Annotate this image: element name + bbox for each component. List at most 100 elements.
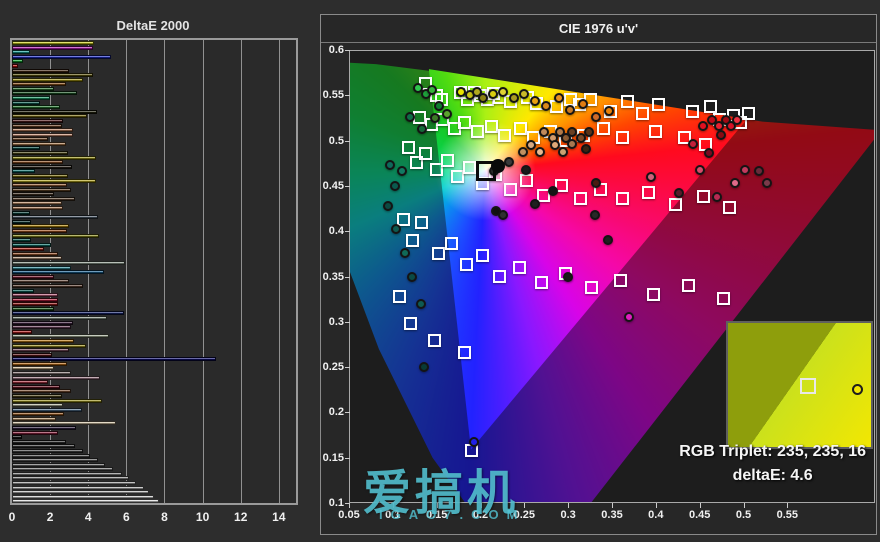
bar-chart-gridline bbox=[202, 40, 204, 503]
measurement-dot-marker bbox=[382, 200, 393, 211]
bar-axis-tick-label: 12 bbox=[234, 510, 248, 524]
cie-y-tick bbox=[345, 95, 350, 97]
reference-square-marker bbox=[574, 192, 588, 206]
deltae-bar bbox=[12, 329, 32, 334]
cie-y-tick-label: 0.55 bbox=[322, 89, 344, 102]
deltae-bar bbox=[12, 467, 114, 472]
cie-y-tick-label: 0.15 bbox=[322, 451, 344, 464]
deltae-bar bbox=[12, 82, 67, 87]
cie-y-tick bbox=[345, 231, 350, 233]
measurement-dot-marker bbox=[538, 126, 549, 137]
reference-square-marker bbox=[462, 161, 476, 175]
deltae-bar bbox=[12, 77, 83, 82]
reference-square-marker bbox=[440, 154, 454, 168]
deltae-bar bbox=[12, 444, 75, 449]
reference-square-marker bbox=[418, 146, 432, 160]
deltae-bar bbox=[12, 178, 96, 183]
reference-square-marker bbox=[405, 233, 419, 247]
reference-square-marker bbox=[471, 125, 485, 139]
reference-square-marker bbox=[519, 174, 533, 188]
bar-chart-title: DeltaE 2000 bbox=[116, 18, 190, 33]
reference-square-marker bbox=[414, 215, 428, 229]
measurement-dot-marker bbox=[584, 126, 595, 137]
reference-square-marker bbox=[535, 276, 549, 290]
deltae-bar bbox=[12, 297, 58, 302]
reference-square-marker bbox=[681, 279, 695, 293]
reference-square-marker bbox=[741, 107, 755, 120]
measurement-dot-marker bbox=[753, 166, 764, 177]
deltae-bar bbox=[12, 54, 112, 59]
bar-axis-tick-label: 10 bbox=[195, 510, 210, 524]
deltae-bar bbox=[12, 146, 40, 151]
measurement-dot-marker bbox=[558, 146, 569, 157]
reference-square-marker bbox=[686, 105, 700, 119]
deltae-bar bbox=[12, 242, 52, 247]
reference-square-marker bbox=[493, 270, 507, 284]
bar-axis-tick-label: 2 bbox=[46, 510, 54, 524]
cie-title: CIE 1976 u'v' bbox=[558, 21, 639, 36]
measurement-dot-marker bbox=[521, 164, 532, 175]
measurement-dot-marker bbox=[418, 362, 429, 373]
deltae-bar bbox=[12, 123, 62, 128]
rgb-triplet-text: RGB Triplet: 235, 235, 16 bbox=[679, 443, 866, 460]
deltae-bar bbox=[12, 306, 54, 311]
deltae-bar bbox=[12, 256, 62, 261]
measurement-dot-marker bbox=[497, 86, 508, 97]
reference-square-marker bbox=[723, 201, 737, 215]
measurement-dot-marker bbox=[468, 437, 479, 448]
measurement-dot-marker bbox=[497, 209, 508, 220]
deltae-bar bbox=[12, 132, 73, 137]
deltae-bar bbox=[12, 91, 77, 96]
cie-x-tick bbox=[568, 503, 570, 508]
cie-y-tick-label: 0.45 bbox=[322, 179, 344, 192]
reference-square-marker bbox=[696, 190, 710, 204]
deltae-bar bbox=[12, 448, 83, 453]
cie-x-tick bbox=[349, 503, 350, 508]
deltae-bar bbox=[12, 251, 58, 256]
reference-square-marker bbox=[652, 97, 666, 111]
deltae-bar bbox=[12, 384, 60, 389]
deltae-bar bbox=[12, 201, 62, 206]
cie-y-tick-label: 0.3 bbox=[328, 315, 344, 328]
cie-x-tick-label: 0.45 bbox=[688, 509, 711, 521]
measurement-dot-marker bbox=[731, 114, 742, 125]
deltae-bar bbox=[12, 302, 58, 307]
deltae-bar bbox=[12, 141, 67, 146]
white-point-dot bbox=[490, 158, 505, 173]
deltae-bar bbox=[12, 439, 67, 444]
reference-square-marker bbox=[432, 246, 446, 260]
cie-y-tick bbox=[345, 321, 350, 323]
deltae-bar bbox=[12, 393, 62, 398]
reference-square-marker bbox=[460, 258, 474, 272]
inset-target-square bbox=[800, 378, 816, 394]
deltae-bar bbox=[12, 481, 136, 486]
deltae-bar bbox=[12, 219, 32, 224]
reference-square-marker bbox=[616, 131, 630, 145]
deltae-bar bbox=[12, 73, 93, 78]
bar-chart-gridline bbox=[278, 40, 280, 503]
deltae-bar bbox=[12, 325, 72, 330]
deltae-bar bbox=[12, 160, 64, 165]
cie-x-tick bbox=[699, 503, 701, 508]
cie-x-tick-label: 0.35 bbox=[601, 509, 623, 521]
measurement-dot-marker bbox=[565, 104, 576, 115]
cie-y-tick bbox=[345, 185, 350, 187]
cie-x-tick bbox=[655, 503, 657, 508]
deltae-bar bbox=[12, 270, 105, 275]
watermark-url: IGAO7.COM bbox=[379, 507, 526, 522]
deltae-bar bbox=[12, 407, 82, 412]
deltae-bar bbox=[12, 210, 31, 215]
measurement-dot-marker bbox=[430, 113, 441, 124]
reference-square-marker bbox=[649, 125, 663, 139]
deltae-bar bbox=[12, 173, 69, 178]
cie-y-tick-label: 0.25 bbox=[322, 361, 344, 374]
reference-square-marker bbox=[403, 317, 417, 331]
bar-chart-gridline bbox=[164, 40, 166, 503]
cie-diagram-panel: CIE 1976 u'v' 0.6 0.55 0.5 0.45 0.4 0.35 0.3 0.… bbox=[320, 14, 877, 535]
deltae-bar bbox=[12, 283, 83, 288]
deltae-bar bbox=[12, 261, 126, 266]
cie-y-tick-label: 0.35 bbox=[322, 270, 344, 283]
reference-square-marker bbox=[716, 291, 730, 305]
deltae-bar bbox=[12, 228, 68, 233]
cie-y-tick bbox=[345, 412, 350, 414]
